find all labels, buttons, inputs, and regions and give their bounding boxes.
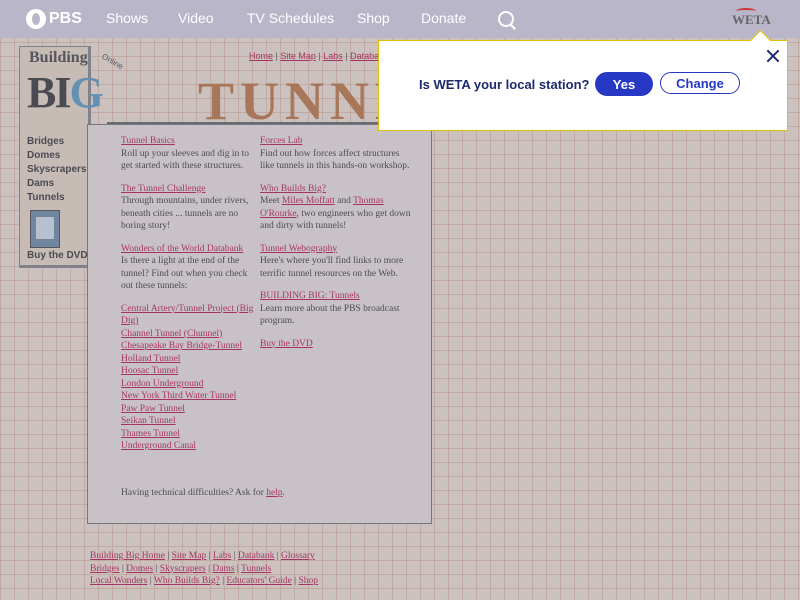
station-logo[interactable]: WETA [732,8,771,28]
right-column: Forces Lab Find out how forces affect st… [260,135,412,360]
entry-basics: Tunnel Basics Roll up your sleeves and d… [121,135,257,173]
footer-link[interactable]: Glossary [281,551,315,561]
tunnel-link[interactable]: New York Third Water Tunnel [121,390,257,403]
tech-text: Having technical difficulties? Ask for [121,488,264,498]
footer-links: Building Big Home | Site Map | Labs | Da… [90,550,318,588]
dialog-question: Is WETA your local station? [419,77,590,92]
tunnel-link[interactable]: Seikan Tunnel [121,415,257,428]
pbs-logo-text: PBS [49,10,82,27]
section-sidebar: Building BIG Online Bridges Domes Skyscr… [19,46,125,268]
link-tunnel-webography[interactable]: Tunnel Webography [260,243,412,256]
tunnel-link[interactable]: Thames Tunnel [121,428,257,441]
footer-link[interactable]: Site Map [172,551,207,561]
building-big-desc: Learn more about the PBS broadcast progr… [260,303,400,327]
entry-building-big: BUILDING BIG: Tunnels Learn more about t… [260,290,412,328]
entry-who-builds: Who Builds Big? Meet Miles Moffatt and T… [260,183,412,233]
nav-video[interactable]: Video [178,10,214,26]
tunnel-link[interactable]: Holland Tunnel [121,353,257,366]
footer-row-2: Bridges | Domes | Skyscrapers | Dams | T… [90,563,272,574]
footer-link[interactable]: Shop [298,576,318,586]
close-icon[interactable] [766,49,780,63]
footer-link[interactable]: Tunnels [241,564,271,574]
sidebar-buy-dvd[interactable]: Buy the DVD [27,250,88,261]
sidebar-item-dams[interactable]: Dams [27,178,54,189]
who-meet: Meet [260,196,280,206]
footer-link[interactable]: Dams [212,564,234,574]
sidebar-item-skyscrapers[interactable]: Skyscrapers [27,164,87,175]
yes-button[interactable]: Yes [595,72,653,96]
nav-shop[interactable]: Shop [357,10,390,26]
left-column: Tunnel Basics Roll up your sleeves and d… [121,135,257,453]
tech-help: Having technical difficulties? Ask for h… [121,488,285,498]
link-help[interactable]: help [266,488,282,498]
sidebar-item-tunnels[interactable]: Tunnels [27,192,65,203]
footer-link[interactable]: Bridges [90,564,120,574]
nav-tv-schedules[interactable]: TV Schedules [247,10,334,26]
footer-link[interactable]: Skyscrapers [160,564,206,574]
top-link-site-map[interactable]: Site Map [280,51,316,61]
wonders-desc: Is there a light at the end of the tunne… [121,256,248,291]
search-icon[interactable] [498,11,514,27]
entry-dvd: Buy the DVD [260,338,412,351]
tunnel-list: Central Artery/Tunnel Project (Big Dig) … [121,303,257,453]
link-forces-lab[interactable]: Forces Lab [260,135,412,148]
nav-donate[interactable]: Donate [421,10,466,26]
footer-row-1: Building Big Home | Site Map | Labs | Da… [90,551,315,561]
link-tunnel-basics[interactable]: Tunnel Basics [121,135,257,148]
link-miles-moffatt[interactable]: Miles Moffatt [282,196,335,206]
link-building-big-tunnels[interactable]: BUILDING BIG: Tunnels [260,290,412,303]
top-link-databank[interactable]: Databa [350,51,379,61]
footer-link[interactable]: Local Wonders [90,576,147,586]
main-content: Tunnel Basics Roll up your sleeves and d… [87,124,432,524]
link-tunnel-challenge[interactable]: The Tunnel Challenge [121,183,257,196]
local-station-dialog: Is WETA your local station? Yes Change [378,29,788,131]
tunnel-link[interactable]: Underground Canal [121,440,257,453]
nav-shows[interactable]: Shows [106,10,148,26]
link-who-builds-big[interactable]: Who Builds Big? [260,183,412,196]
who-and: and [337,196,351,206]
entry-challenge: The Tunnel Challenge Through mountains, … [121,183,257,233]
entry-webography: Tunnel Webography Here's where you'll fi… [260,243,412,281]
logo-building-text: Building [29,49,88,66]
footer-link[interactable]: Who Builds Big? [154,576,220,586]
tunnel-link[interactable]: Paw Paw Tunnel [121,403,257,416]
footer-row-3: Local Wonders | Who Builds Big? | Educat… [90,576,318,586]
tunnel-link[interactable]: Channel Tunnel (Chunnel) [121,328,257,341]
building-big-logo[interactable]: Building BIG Online [23,49,125,119]
tunnel-link[interactable]: Chesapeake Bay Bridge-Tunnel [121,340,257,353]
top-links: Home | Site Map | Labs | Databa [249,51,380,61]
tunnel-link[interactable]: Central Artery/Tunnel Project (Big Dig) [121,303,257,328]
footer-link[interactable]: Databank [238,551,274,561]
pbs-head-icon [26,9,46,29]
footer-link[interactable]: Educators' Guide [227,576,292,586]
logo-online-text: Online [100,51,125,72]
top-link-labs[interactable]: Labs [323,51,343,61]
tech-end: . [282,488,285,498]
forces-desc: Find out how forces affect structures li… [260,148,410,172]
dvd-image[interactable] [30,210,60,248]
entry-wonders: Wonders of the World Databank Is there a… [121,243,257,293]
footer-link[interactable]: Domes [126,564,153,574]
sidebar-item-domes[interactable]: Domes [27,150,60,161]
pbs-header: PBS Shows Video TV Schedules Shop Donate… [0,0,800,38]
tunnel-link[interactable]: London Underground [121,378,257,391]
pbs-logo[interactable]: PBS [26,9,82,29]
sidebar-item-bridges[interactable]: Bridges [27,136,64,147]
change-button[interactable]: Change [660,72,740,94]
footer-link[interactable]: Labs [213,551,231,561]
logo-bi: BI [27,68,72,117]
logo-big-text: BIG [27,67,104,118]
link-buy-dvd[interactable]: Buy the DVD [260,338,412,351]
logo-g: G [69,68,103,117]
webography-desc: Here's where you'll find links to more t… [260,256,404,279]
top-link-home[interactable]: Home [249,51,273,61]
entry-forces: Forces Lab Find out how forces affect st… [260,135,412,173]
tunnel-link[interactable]: Hoosac Tunnel [121,365,257,378]
challenge-desc: Through mountains, under rivers, beneath… [121,196,249,231]
link-wonders-databank[interactable]: Wonders of the World Databank [121,243,257,256]
basics-desc: Roll up your sleeves and dig in to get s… [121,148,249,172]
footer-link[interactable]: Building Big Home [90,551,165,561]
